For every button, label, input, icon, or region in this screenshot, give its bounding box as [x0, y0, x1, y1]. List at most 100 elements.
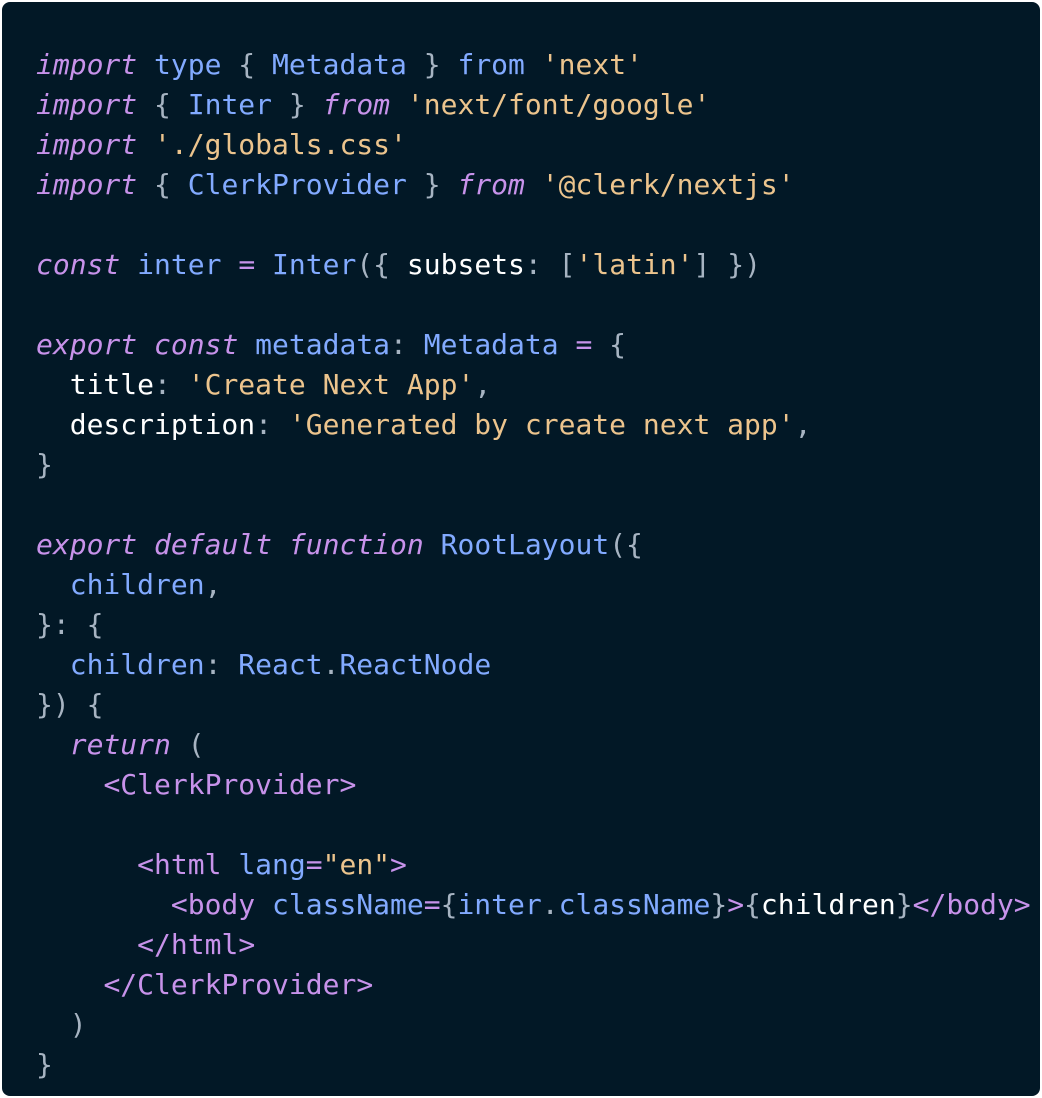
code-line: }) { — [36, 685, 1040, 725]
code-token-op: = — [238, 248, 256, 281]
code-token-p — [238, 328, 255, 361]
code-token-kw: const — [36, 248, 121, 281]
code-line: ​ — [36, 805, 1040, 845]
code-token-kw: import — [36, 48, 138, 81]
code-token-p — [390, 88, 407, 121]
code-token-p — [272, 528, 289, 561]
code-line: <body className={inter.className}>{child… — [36, 885, 1040, 925]
code-token-p: : — [204, 648, 239, 681]
code-line: <html lang="en"> — [36, 845, 1040, 885]
code-token-p: { — [137, 88, 188, 121]
code-token-p: }: { — [36, 608, 104, 641]
code-token-str: 'Generated by create next app' — [288, 408, 795, 441]
code-token-kw: export — [36, 328, 138, 361]
code-token-tag: ClerkProvider — [137, 968, 357, 1001]
code-token-ident: Metadata — [423, 328, 559, 361]
code-token-p: : — [154, 368, 188, 401]
code-line: <ClerkProvider> — [36, 765, 1040, 805]
code-line: } — [36, 1045, 1040, 1085]
code-token-kw: from — [322, 88, 391, 121]
code-token-p — [36, 968, 103, 1001]
code-line: const inter = Inter({ subsets: ['latin']… — [36, 245, 1040, 285]
code-token-p: { — [592, 328, 627, 361]
code-token-p — [120, 248, 137, 281]
code-token-ident: className — [558, 888, 711, 921]
code-token-tag: = — [305, 848, 323, 881]
code-token-tag: body — [946, 888, 1014, 921]
code-token-p — [221, 848, 238, 881]
code-token-op: = — [575, 328, 593, 361]
code-token-ident: Inter — [272, 248, 357, 281]
code-token-p — [525, 168, 542, 201]
code-token-kw: from — [457, 168, 525, 201]
code-token-p: . — [541, 888, 559, 921]
code-token-p: } — [36, 1048, 53, 1081]
code-token-p — [221, 248, 238, 281]
code-line: </ClerkProvider> — [36, 965, 1040, 1005]
code-line: ​ — [36, 285, 1040, 325]
code-token-p — [36, 888, 171, 921]
code-token-tag: </ — [103, 968, 138, 1001]
code-token-p: ({ — [609, 528, 643, 561]
code-token-p: , — [474, 368, 492, 401]
code-token-ident: RootLayout — [440, 528, 610, 561]
code-token-p: , — [794, 408, 812, 441]
code-token-p — [525, 48, 542, 81]
code-token-p: { — [137, 168, 188, 201]
code-token-kw: import — [36, 88, 138, 121]
code-token-p: ({ — [356, 248, 407, 281]
code-token-tag: html — [154, 848, 222, 881]
code-token-kw: import — [36, 128, 138, 161]
code-token-str: '@clerk/nextjs' — [541, 168, 795, 201]
code-token-ident: ReactNode — [339, 648, 492, 681]
code-line: import { Inter } from 'next/font/google' — [36, 85, 1040, 125]
code-token-ident: Inter — [187, 88, 273, 121]
code-token-p — [36, 848, 137, 881]
code-token-prop: description — [69, 408, 256, 441]
code-token-ident: inter — [137, 248, 222, 281]
code-token-str: "en" — [322, 848, 391, 881]
code-line: }: { — [36, 605, 1040, 645]
code-token-p: ) — [36, 1008, 87, 1041]
code-token-p: }) { — [36, 688, 104, 721]
code-line: description: 'Generated by create next a… — [36, 405, 1040, 445]
code-token-p: } — [272, 88, 323, 121]
code-token-p — [36, 368, 70, 401]
code-token-str: './globals.css' — [154, 128, 407, 161]
code-token-tag: </ — [137, 928, 171, 961]
code-token-p — [36, 408, 70, 441]
code-token-ident: children — [69, 648, 205, 681]
code-block[interactable]: import type { Metadata } from 'next' impo… — [36, 45, 1040, 1085]
code-token-ident: lang — [238, 848, 306, 881]
code-line: ) — [36, 1005, 1040, 1045]
code-line: } — [36, 445, 1040, 485]
code-token-ident: Metadata — [272, 48, 407, 81]
code-token-p: : — [390, 328, 424, 361]
code-token-prop: subsets — [406, 248, 525, 281]
code-token-kw: function — [288, 528, 424, 561]
code-token-type: type — [154, 48, 222, 81]
code-token-p — [36, 648, 70, 681]
code-line: import { ClerkProvider } from '@clerk/ne… — [36, 165, 1040, 205]
code-token-ident: React — [238, 648, 323, 681]
code-token-tag: > — [339, 768, 357, 801]
code-token-kw: import — [36, 168, 138, 201]
code-token-type: from — [457, 48, 525, 81]
code-token-p — [36, 768, 103, 801]
code-token-p — [36, 568, 70, 601]
code-token-tag: </ — [912, 888, 947, 921]
code-token-p — [137, 328, 154, 361]
code-token-tag: < — [137, 848, 155, 881]
code-token-tag: > — [390, 848, 407, 881]
code-token-kw: export — [36, 528, 138, 561]
code-line: import './globals.css' — [36, 125, 1040, 165]
code-token-tag: html — [170, 928, 239, 961]
code-line: ​ — [36, 485, 1040, 525]
code-token-p — [137, 48, 154, 81]
code-line: import type { Metadata } from 'next' — [36, 45, 1040, 85]
code-token-tag: < — [103, 768, 121, 801]
code-token-tag: = — [423, 888, 441, 921]
code-token-kw: const — [154, 328, 239, 361]
code-token-p — [137, 128, 154, 161]
code-token-p: { — [221, 48, 273, 81]
